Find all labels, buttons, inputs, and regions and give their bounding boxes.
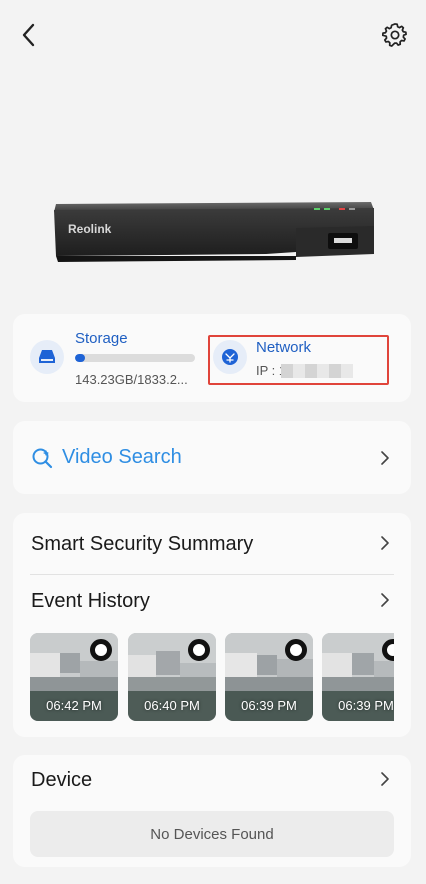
chevron-right-icon — [378, 536, 392, 550]
storage-usage-bar — [75, 354, 195, 362]
camera-indicator-icon — [188, 639, 210, 661]
event-thumbnails: 06:42 PM 06:40 PM 06:39 PM 06:39 PM — [30, 633, 394, 723]
chevron-right-icon — [378, 451, 392, 465]
event-history-label: Event History — [31, 590, 150, 612]
top-bar — [0, 0, 426, 70]
gear-icon — [382, 23, 407, 47]
device-row[interactable]: Device — [13, 755, 411, 805]
no-devices-message: No Devices Found — [30, 811, 394, 857]
camera-indicator-icon — [90, 639, 112, 661]
network-highlight-box — [208, 335, 389, 385]
storage-icon-wrap — [30, 340, 64, 374]
chevron-left-icon — [22, 23, 35, 47]
chevron-right-icon — [378, 593, 392, 607]
search-icon — [32, 448, 53, 469]
settings-button[interactable] — [380, 20, 410, 50]
video-search-label: Video Search — [62, 446, 182, 468]
video-search-row[interactable]: Video Search — [13, 421, 411, 494]
event-thumbnail[interactable]: 06:40 PM — [128, 633, 216, 721]
storage-usage-text: 143.23GB/1833.2... — [75, 372, 188, 387]
storage-usage-fill — [75, 354, 85, 362]
back-button[interactable] — [14, 20, 42, 50]
event-time: 06:42 PM — [46, 698, 102, 713]
device-label: Device — [31, 769, 93, 791]
event-history-row[interactable]: Event History — [13, 575, 411, 625]
smart-summary-label: Smart Security Summary — [31, 533, 254, 555]
status-card: Storage 143.23GB/1833.2... Network IP : … — [13, 314, 411, 402]
event-thumbnail[interactable]: 06:39 PM — [225, 633, 313, 721]
event-time: 06:40 PM — [144, 698, 200, 713]
smart-summary-row[interactable]: Smart Security Summary — [13, 513, 411, 573]
chevron-right-icon — [378, 772, 392, 786]
history-card: Smart Security Summary Event History 06:… — [13, 513, 411, 737]
storage-section[interactable]: Storage 143.23GB/1833.2... — [30, 314, 210, 402]
device-card: Device No Devices Found — [13, 755, 411, 867]
event-thumbnail[interactable]: 06:42 PM — [30, 633, 118, 721]
event-thumbnail[interactable]: 06:39 PM — [322, 633, 394, 721]
hard-drive-icon — [39, 350, 55, 363]
event-time: 06:39 PM — [241, 698, 297, 713]
event-time: 06:39 PM — [338, 698, 394, 713]
brand-logo: Reolink — [68, 222, 112, 236]
nvr-device-image: Reolink — [46, 180, 380, 280]
camera-indicator-icon — [285, 639, 307, 661]
storage-title: Storage — [75, 330, 128, 347]
